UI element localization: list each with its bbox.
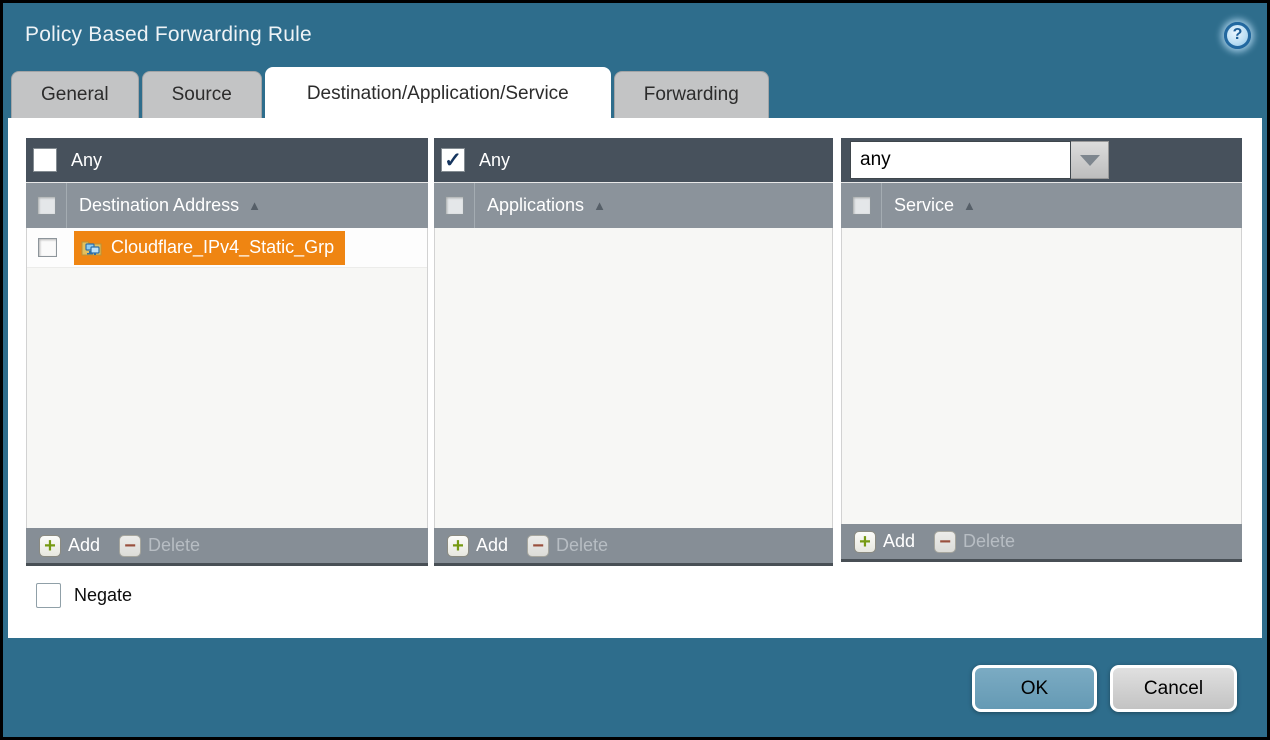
applications-select-all-checkbox[interactable]	[445, 196, 464, 215]
service-delete-button[interactable]: − Delete	[934, 531, 1015, 553]
applications-column-header: Applications ▲	[434, 182, 833, 228]
destination-header-sort[interactable]: Destination Address ▲	[79, 195, 261, 216]
destination-list: Cloudflare_IPv4_Static_Grp	[26, 228, 428, 528]
service-list	[841, 228, 1242, 524]
service-any-bar: any	[841, 138, 1242, 182]
address-group-icon	[81, 239, 102, 256]
dropdown-arrow-icon	[1080, 155, 1100, 166]
destination-item-checkbox[interactable]	[38, 238, 57, 257]
tab-destination-application-service[interactable]: Destination/Application/Service	[265, 67, 611, 118]
destination-header-label: Destination Address	[79, 195, 239, 216]
destination-list-item[interactable]: Cloudflare_IPv4_Static_Grp	[27, 228, 427, 268]
service-select-all-checkbox[interactable]	[852, 196, 871, 215]
applications-any-label: Any	[479, 150, 510, 171]
destination-any-checkbox[interactable]	[33, 148, 57, 172]
tab-forwarding[interactable]: Forwarding	[614, 71, 769, 118]
destination-select-all-checkbox[interactable]	[37, 196, 56, 215]
applications-footer: + Add − Delete	[434, 528, 833, 563]
title-bar: Policy Based Forwarding Rule ?	[3, 3, 1267, 67]
service-dropdown-button[interactable]	[1071, 141, 1109, 179]
service-column: any Service ▲	[841, 138, 1242, 562]
destination-item-label: Cloudflare_IPv4_Static_Grp	[111, 237, 334, 258]
sort-ascending-icon: ▲	[963, 198, 976, 213]
add-icon: +	[854, 531, 876, 553]
destination-item-selected[interactable]: Cloudflare_IPv4_Static_Grp	[74, 231, 345, 265]
applications-any-checkbox[interactable]: ✓	[441, 148, 465, 172]
negate-label: Negate	[74, 585, 132, 606]
action-bar: OK Cancel	[972, 665, 1237, 712]
delete-icon: −	[527, 535, 549, 557]
sort-ascending-icon: ▲	[248, 198, 261, 213]
service-header-label: Service	[894, 195, 954, 216]
applications-column: ✓ Any Applications ▲ + Add	[434, 138, 833, 566]
destination-any-label: Any	[71, 150, 102, 171]
negate-checkbox[interactable]	[36, 583, 61, 608]
policy-based-forwarding-rule-dialog: Policy Based Forwarding Rule ? General S…	[0, 0, 1270, 740]
delete-icon: −	[119, 535, 141, 557]
applications-delete-button[interactable]: − Delete	[527, 535, 608, 557]
tab-source[interactable]: Source	[142, 71, 262, 118]
destination-delete-button[interactable]: − Delete	[119, 535, 200, 557]
sort-ascending-icon: ▲	[593, 198, 606, 213]
tab-bar: General Source Destination/Application/S…	[3, 67, 1267, 118]
dialog-title: Policy Based Forwarding Rule	[25, 23, 312, 47]
service-header-sort[interactable]: Service ▲	[894, 195, 976, 216]
delete-icon: −	[934, 531, 956, 553]
service-column-header: Service ▲	[841, 182, 1242, 228]
applications-any-bar: ✓ Any	[434, 138, 833, 182]
applications-header-label: Applications	[487, 195, 584, 216]
negate-row: Negate	[36, 583, 1262, 608]
destination-any-bar: Any	[26, 138, 428, 182]
add-icon: +	[447, 535, 469, 557]
applications-header-sort[interactable]: Applications ▲	[487, 195, 606, 216]
cancel-button[interactable]: Cancel	[1110, 665, 1237, 712]
service-type-dropdown[interactable]: any	[850, 141, 1109, 179]
applications-add-button[interactable]: + Add	[447, 535, 527, 557]
destination-address-column: Any Destination Address ▲	[26, 138, 428, 566]
tab-content-panel: Any Destination Address ▲	[8, 118, 1262, 638]
destination-add-button[interactable]: + Add	[39, 535, 119, 557]
add-icon: +	[39, 535, 61, 557]
service-add-button[interactable]: + Add	[854, 531, 934, 553]
tab-general[interactable]: General	[11, 71, 139, 118]
destination-footer: + Add − Delete	[26, 528, 428, 563]
service-dropdown-value[interactable]: any	[850, 141, 1071, 179]
destination-column-header: Destination Address ▲	[26, 182, 428, 228]
selector-columns: Any Destination Address ▲	[26, 138, 1262, 566]
help-icon[interactable]: ?	[1224, 22, 1251, 49]
ok-button[interactable]: OK	[972, 665, 1097, 712]
service-footer: + Add − Delete	[841, 524, 1242, 559]
applications-list	[434, 228, 833, 528]
